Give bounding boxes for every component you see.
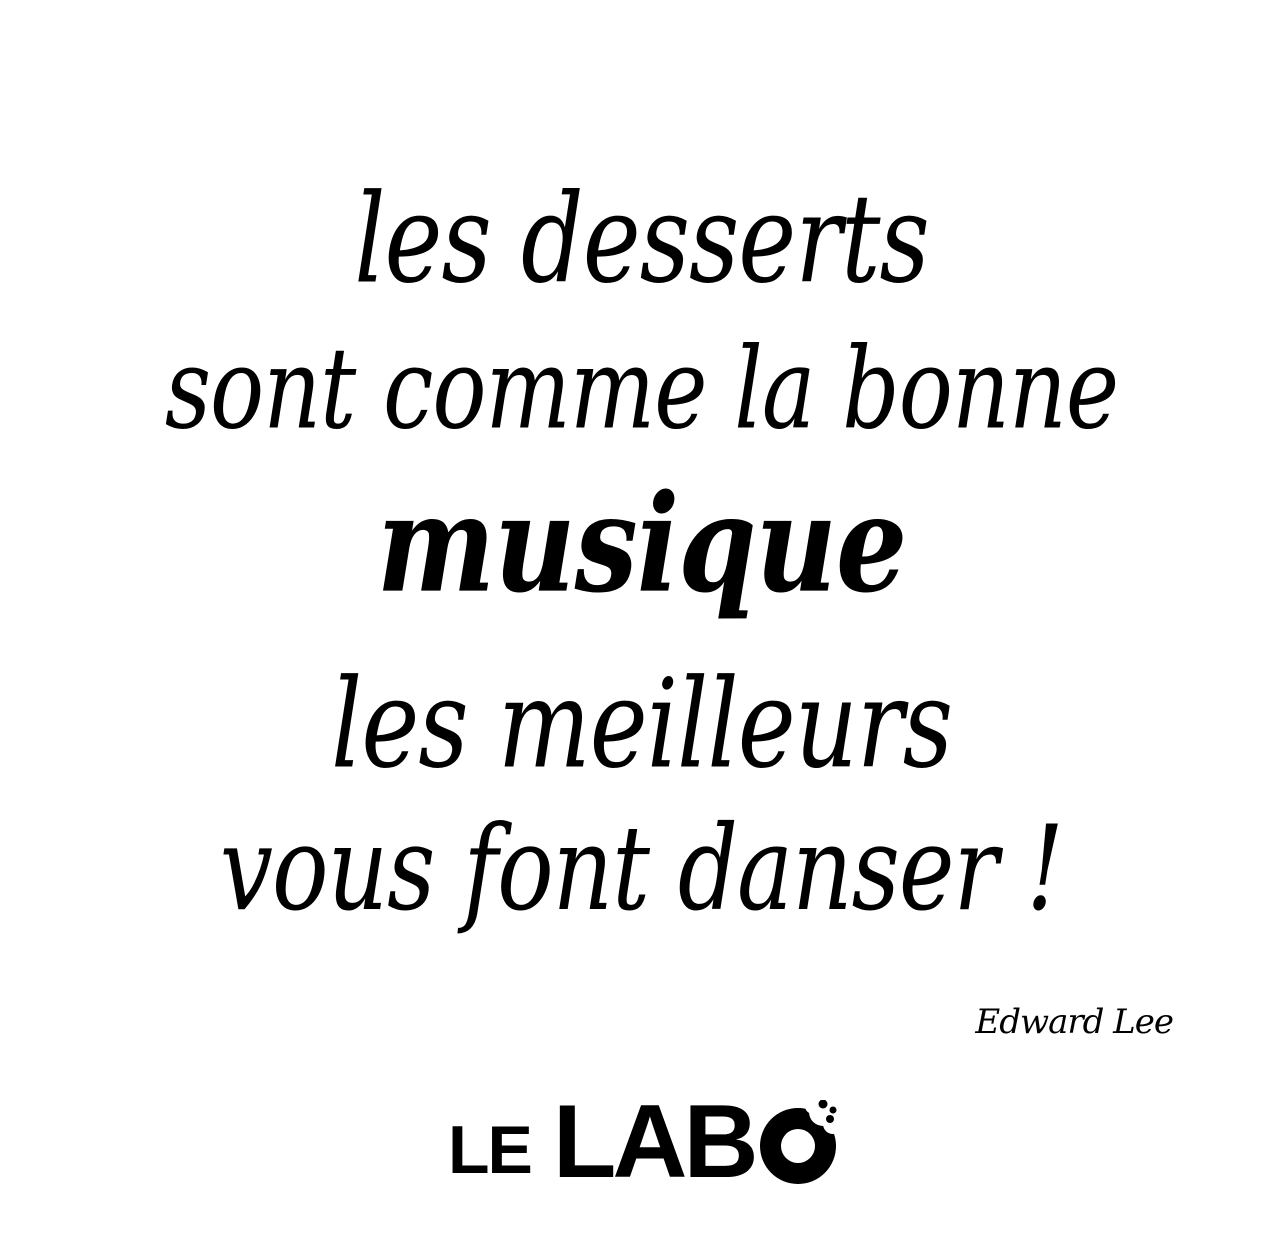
logo-letters-lab: LAB (552, 1084, 759, 1200)
logo-word-le: LE (448, 1112, 533, 1188)
quote-author: Edward Lee (975, 1002, 1174, 1042)
quote-line-2: sont comme la bonne (164, 323, 1119, 455)
logo-word-labo: LAB O (552, 1084, 839, 1200)
quote-line-3: musique (376, 465, 908, 623)
bitten-cookie-o-icon: O (759, 1100, 837, 1184)
quote-line-4: les meilleurs (331, 653, 953, 797)
quote-line-1: les desserts (354, 168, 930, 312)
le-labo-logo: LE LAB O (448, 1084, 839, 1200)
quote-line-5: vous font danser ! (219, 801, 1064, 938)
quote: les desserts sont comme la bonne musique… (0, 0, 1283, 1257)
